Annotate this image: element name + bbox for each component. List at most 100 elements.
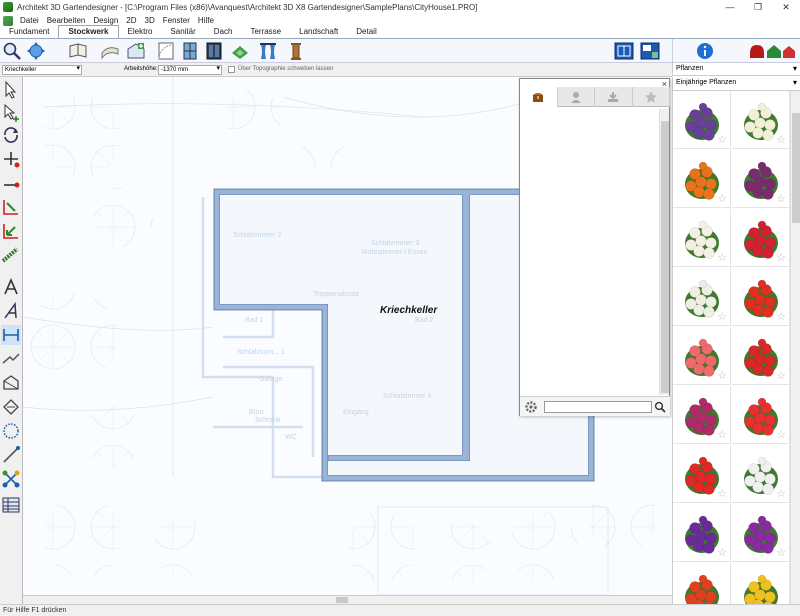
door-tool-icon[interactable] [156,41,176,61]
split-view-icon[interactable] [640,41,660,61]
add-point-icon[interactable] [1,149,21,169]
tab-download[interactable] [595,87,633,107]
rotate-icon[interactable] [1,125,21,145]
plant-item[interactable]: ☆ [673,209,731,267]
height-input[interactable]: -1370 mm [158,65,222,75]
tab-stockwerk[interactable]: Stockwerk [58,25,119,38]
room-label[interactable]: Kriechkeller [380,305,437,316]
favorite-star-icon[interactable]: ☆ [776,371,786,382]
tab-dach[interactable]: Dach [205,26,242,38]
favorite-star-icon[interactable]: ☆ [776,194,786,205]
favorite-star-icon[interactable]: ☆ [717,430,727,441]
menu-fenster[interactable]: Fenster [159,16,194,25]
wall-tool-icon[interactable] [100,41,120,61]
tab-detail[interactable]: Detail [347,26,385,38]
plant-item[interactable]: ☆ [732,445,790,503]
zoom-icon[interactable] [2,41,22,61]
gear-icon[interactable] [524,400,538,414]
tree-scroll-thumb[interactable] [661,121,669,393]
furniture-catalog-icon[interactable] [747,41,797,61]
app-menu-icon[interactable] [3,15,13,26]
plan-view-icon[interactable] [614,41,634,61]
tab-landschaft[interactable]: Landschaft [290,26,347,38]
roof-section-icon[interactable] [1,373,21,393]
favorite-star-icon[interactable]: ☆ [717,253,727,264]
menu-3d[interactable]: 3D [141,16,159,25]
hedge-tool-icon[interactable] [1,245,21,265]
tab-fundament[interactable]: Fundament [0,26,58,38]
plant-item[interactable]: ☆ [732,209,790,267]
plant-item[interactable]: ☆ [673,327,731,385]
measure-tool-icon[interactable] [1,349,21,369]
select-plus-icon[interactable] [1,103,21,123]
plant-item[interactable]: ☆ [732,91,790,149]
floor-tile-icon[interactable] [230,41,250,61]
circle-dots-icon[interactable] [1,421,21,441]
cabinet-tool-icon[interactable] [204,41,224,61]
topography-checkbox[interactable] [228,66,235,73]
extend-tool-icon[interactable] [1,221,21,241]
plant-item[interactable]: ☆ [732,150,790,208]
favorite-star-icon[interactable]: ☆ [776,548,786,559]
plant-item[interactable]: ☆ [673,386,731,444]
favorite-star-icon[interactable]: ☆ [776,312,786,323]
menu-datei[interactable]: Datei [16,16,43,25]
favorite-star-icon[interactable]: ☆ [776,430,786,441]
window-tool-icon[interactable] [180,41,200,61]
column-tool-icon[interactable] [286,41,306,61]
line-tool-icon[interactable] [1,445,21,465]
favorite-star-icon[interactable]: ☆ [717,371,727,382]
favorite-star-icon[interactable]: ☆ [717,194,727,205]
favorite-star-icon[interactable]: ☆ [717,312,727,323]
tab-elektro[interactable]: Elektro [119,26,162,38]
tree-scrollbar[interactable] [659,109,669,395]
plant-item[interactable]: ☆ [673,268,731,326]
search-icon[interactable] [654,401,666,413]
network-tool-icon[interactable] [1,469,21,489]
scroll-thumb[interactable] [336,597,348,603]
book-catalog-icon[interactable] [68,41,88,61]
favorite-star-icon[interactable]: ☆ [776,489,786,500]
favorite-star-icon[interactable]: ☆ [717,489,727,500]
favorite-star-icon[interactable]: ☆ [717,135,727,146]
area-tool-icon[interactable] [1,397,21,417]
delete-point-icon[interactable] [1,175,21,195]
catalog-search-input[interactable] [544,401,652,413]
plant-item[interactable]: ☆ [673,504,731,562]
room-tool-icon[interactable] [126,41,146,61]
floor-layer-select[interactable]: Kriechkeller [2,65,82,75]
plant-item[interactable]: ☆ [732,268,790,326]
catalog-subcategory-select[interactable]: Einjährige Pflanzen [672,77,800,91]
plant-item[interactable]: ☆ [732,386,790,444]
plant-grid-scrollbar[interactable] [790,91,800,604]
curtain-tool-icon[interactable] [258,41,278,61]
menu-design[interactable]: Design [89,16,122,25]
plant-item[interactable]: ☆ [732,504,790,562]
tab-library[interactable] [520,87,558,107]
info-icon[interactable] [696,42,714,60]
menu-2d[interactable]: 2D [122,16,140,25]
pan-view-icon[interactable] [26,41,46,61]
favorite-star-icon[interactable]: ☆ [776,253,786,264]
layers-tool-icon[interactable] [1,495,21,515]
minimize-button[interactable]: — [716,0,744,14]
tab-favorites[interactable] [633,87,670,107]
menu-hilfe[interactable]: Hilfe [194,16,218,25]
trim-tool-icon[interactable] [1,197,21,217]
catalog-category-select[interactable]: Pflanzen [672,63,800,76]
favorite-star-icon[interactable]: ☆ [776,135,786,146]
grid-scroll-thumb[interactable] [792,113,800,223]
close-button[interactable]: ✕ [772,0,800,14]
favorite-star-icon[interactable]: ☆ [717,548,727,559]
tab-user[interactable] [558,87,595,107]
text-tool-icon[interactable] [1,277,21,297]
restore-button[interactable]: ❐ [744,0,772,14]
plant-item[interactable]: ☆ [673,91,731,149]
plant-item[interactable]: ☆ [673,150,731,208]
dimension-tool-icon[interactable] [1,325,21,345]
select-arrow-icon[interactable] [1,80,21,100]
plant-item[interactable]: ☆ [732,563,790,604]
plant-item[interactable]: ☆ [673,563,731,604]
plant-item[interactable]: ☆ [732,327,790,385]
tab-sanitaer[interactable]: Sanitär [161,26,204,38]
